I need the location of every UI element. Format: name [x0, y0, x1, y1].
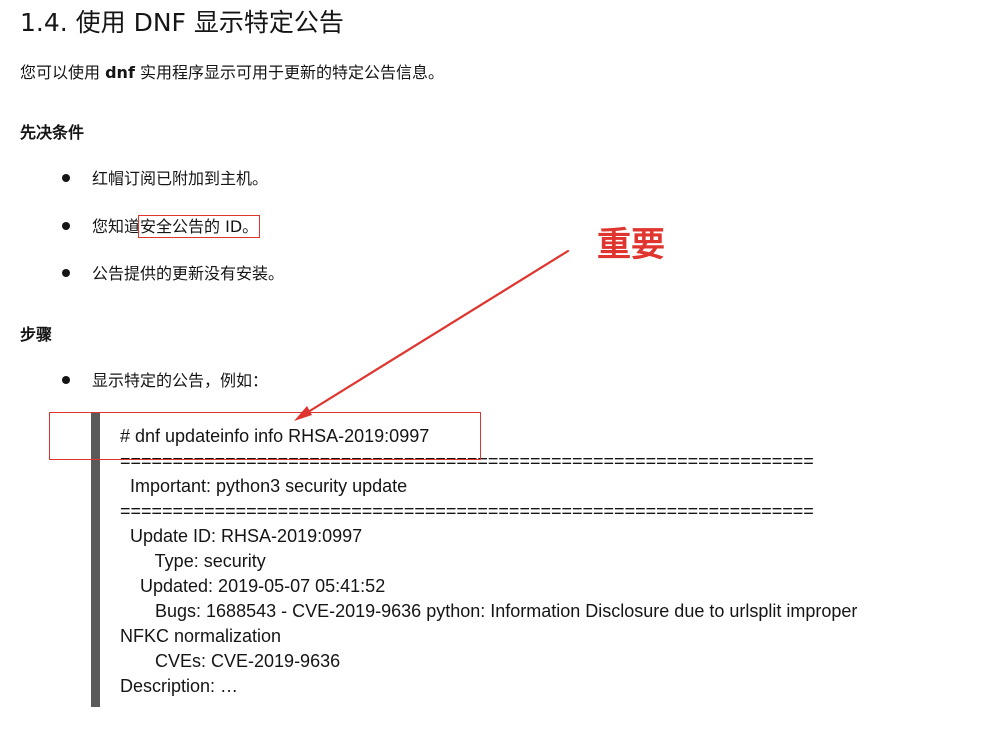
procedure-heading: 步骤 [20, 325, 53, 344]
section-title: 1.4. 使用 DNF 显示特定公告 [20, 8, 344, 37]
code-line: Type: security [120, 551, 266, 571]
prerequisite-item: 红帽订阅已附加到主机。 [62, 168, 268, 190]
bullet-icon [62, 375, 70, 384]
annotation-arrow-line [298, 249, 570, 419]
code-line: Description: … [120, 676, 239, 696]
prerequisite-text: 红帽订阅已附加到主机。 [92, 169, 269, 188]
intro-command: dnf [105, 63, 135, 82]
prerequisite-text: 您知道 [92, 217, 141, 236]
annotation-label: 重要 [597, 225, 665, 265]
code-line: Update ID: RHSA-2019:0997 [120, 526, 363, 546]
bullet-icon [62, 268, 70, 277]
highlighted-advisory-id-text: 安全公告的 ID。 [138, 215, 261, 238]
prerequisite-text: 公告提供的更新没有安装。 [92, 264, 285, 283]
code-line: NFKC normalization [120, 626, 282, 646]
procedure-step: 显示特定的公告，例如： [62, 370, 268, 392]
command-highlight-box [49, 412, 481, 460]
code-line: CVEs: CVE-2019-9636 [120, 651, 341, 671]
bullet-icon [62, 173, 70, 182]
intro-paragraph: 您可以使用 dnf 实用程序显示可用于更新的特定公告信息。 [20, 62, 444, 84]
procedure-step-text: 显示特定的公告，例如： [92, 371, 269, 390]
bullet-icon [62, 221, 70, 230]
code-line: Updated: 2019-05-07 05:41:52 [120, 576, 386, 596]
code-block: # dnf updateinfo info RHSA-2019:0997 ====… [120, 424, 857, 699]
code-line: ========================================… [120, 501, 814, 521]
prerequisite-item: 您知道安全公告的 ID。 [62, 215, 261, 238]
code-line: Bugs: 1688543 - CVE-2019-9636 python: In… [120, 601, 858, 621]
intro-text-after: 实用程序显示可用于更新的特定公告信息。 [134, 63, 444, 82]
prerequisites-heading: 先决条件 [20, 123, 85, 142]
prerequisite-item: 公告提供的更新没有安装。 [62, 263, 284, 285]
code-line: Important: python3 security update [120, 476, 408, 496]
intro-text-before: 您可以使用 [20, 63, 106, 82]
